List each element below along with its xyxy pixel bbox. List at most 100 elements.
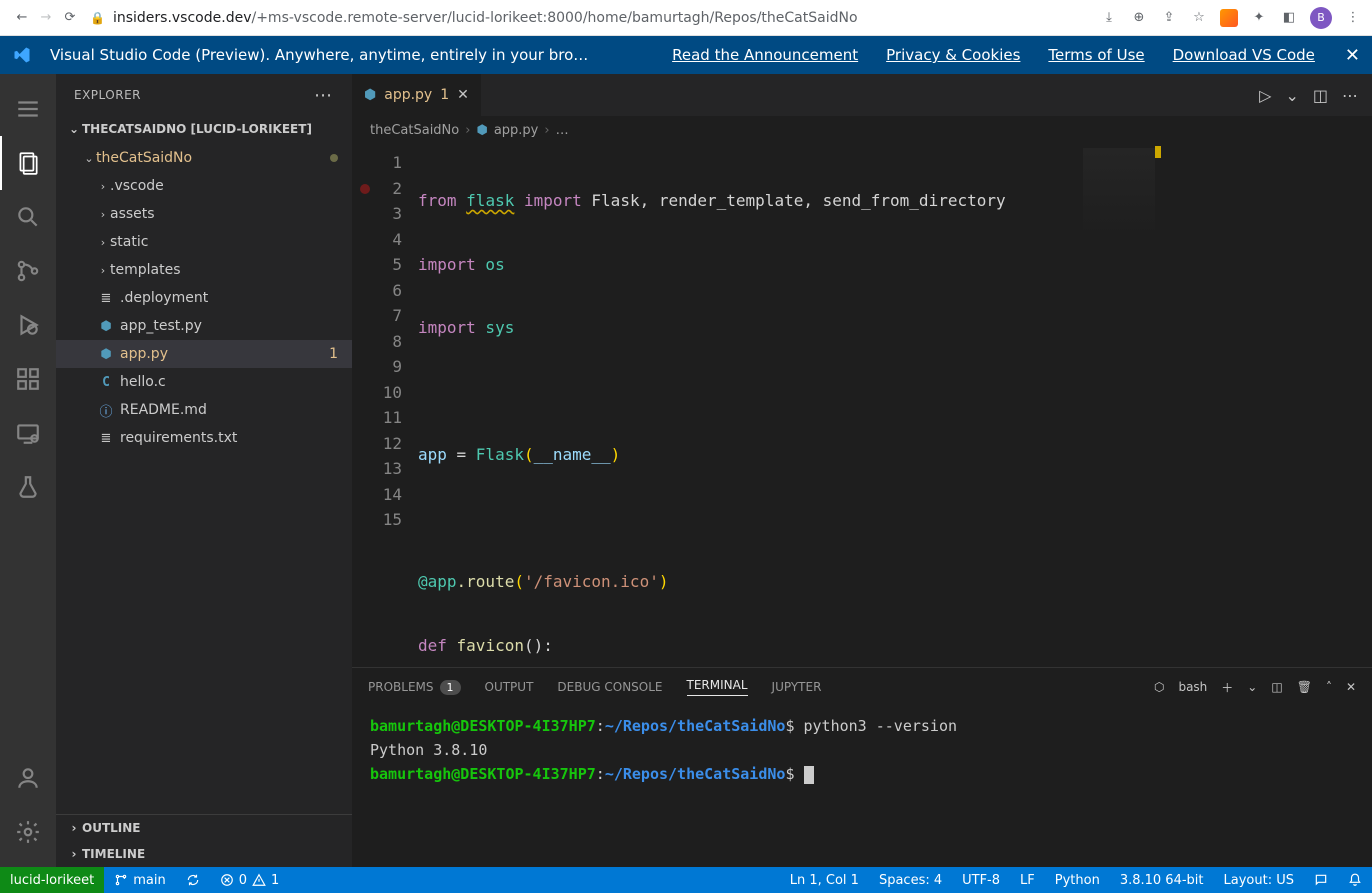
bookmark-icon[interactable]: ☆	[1190, 10, 1208, 25]
sync-status[interactable]	[176, 873, 210, 887]
breadcrumb-file[interactable]: app.py	[494, 123, 539, 138]
browser-back-icon[interactable]: ←	[10, 10, 34, 25]
bottom-panel: PROBLEMS1 OUTPUT DEBUG CONSOLE TERMINAL …	[352, 667, 1372, 867]
editor-region: ⬢ app.py 1 ✕ ▷ ⌄ ◫ ⋯ theCatSaidNo › ⬢ ap…	[352, 74, 1372, 867]
cursor-position-status[interactable]: Ln 1, Col 1	[780, 873, 869, 888]
folder-thecatsaidno[interactable]: ⌄ theCatSaidNo	[56, 144, 352, 172]
outline-section-header[interactable]: ›OUTLINE	[56, 815, 352, 841]
file-hello[interactable]: Chello.c	[56, 368, 352, 396]
announcement-bar: Visual Studio Code (Preview). Anywhere, …	[0, 36, 1372, 74]
timeline-section-header[interactable]: ›TIMELINE	[56, 841, 352, 867]
file-label: app.py	[120, 346, 168, 362]
breadcrumb-folder[interactable]: theCatSaidNo	[370, 123, 459, 138]
profile-avatar[interactable]: B	[1310, 7, 1332, 29]
extensions-puzzle-icon[interactable]: ✦	[1250, 10, 1268, 25]
tab-debug-console[interactable]: DEBUG CONSOLE	[557, 680, 662, 694]
split-terminal-icon[interactable]: ◫	[1271, 680, 1282, 694]
line-number: 5	[352, 252, 402, 278]
file-app-test[interactable]: ⬢app_test.py	[56, 312, 352, 340]
indentation-status[interactable]: Spaces: 4	[869, 873, 952, 888]
menu-icon[interactable]	[0, 82, 56, 136]
modified-dot-icon	[330, 154, 338, 162]
read-announcement-link[interactable]: Read the Announcement	[672, 46, 858, 64]
code-content[interactable]: from flask import Flask, render_template…	[418, 144, 1073, 667]
run-dropdown-icon[interactable]: ⌄	[1285, 86, 1298, 105]
problems-status[interactable]: 0 1	[210, 873, 290, 888]
feedback-icon[interactable]	[1304, 873, 1338, 887]
install-app-icon[interactable]: ⤓	[1100, 10, 1118, 25]
close-panel-icon[interactable]: ✕	[1346, 680, 1356, 694]
breadcrumb-more[interactable]: …	[556, 123, 569, 138]
c-file-icon: C	[96, 375, 116, 390]
encoding-status[interactable]: UTF-8	[952, 873, 1010, 888]
branch-status[interactable]: main	[104, 873, 175, 888]
editor-body[interactable]: 1 2 3 4 5 6 7 8 9 10 11 12 13 14 15 from…	[352, 144, 1372, 667]
minimap[interactable]	[1073, 144, 1161, 667]
remote-explorer-icon[interactable]	[0, 406, 56, 460]
editor-more-icon[interactable]: ⋯	[1342, 86, 1358, 105]
line-number: 13	[352, 456, 402, 482]
breakpoint-icon[interactable]	[360, 184, 370, 194]
eol-status[interactable]: LF	[1010, 873, 1045, 888]
breadcrumbs[interactable]: theCatSaidNo › ⬢ app.py › …	[352, 116, 1372, 144]
explorer-icon[interactable]	[0, 136, 56, 190]
privacy-cookies-link[interactable]: Privacy & Cookies	[886, 46, 1020, 64]
download-vscode-link[interactable]: Download VS Code	[1173, 46, 1315, 64]
chevron-right-icon: ›	[465, 123, 470, 138]
kill-terminal-icon[interactable]: 🗑	[1297, 680, 1312, 694]
keyboard-layout-status[interactable]: Layout: US	[1214, 873, 1304, 888]
terminal-shell-label[interactable]: bash	[1178, 680, 1207, 694]
terminal-profile-icon[interactable]: ⬡	[1154, 680, 1164, 694]
python-interpreter-status[interactable]: 3.8.10 64-bit	[1110, 873, 1214, 888]
settings-gear-icon[interactable]	[0, 805, 56, 859]
extension-icon[interactable]	[1220, 9, 1238, 27]
close-tab-icon[interactable]: ✕	[457, 87, 469, 103]
browser-url-bar[interactable]: 🔒 insiders.vscode.dev/+ms-vscode.remote-…	[90, 10, 1092, 26]
sync-icon	[186, 873, 200, 887]
tab-output[interactable]: OUTPUT	[485, 680, 534, 694]
workspace-label: THECATSAIDNO [LUCID-LORIKEET]	[82, 122, 312, 136]
file-app[interactable]: ⬢app.py1	[56, 340, 352, 368]
terms-of-use-link[interactable]: Terms of Use	[1048, 46, 1144, 64]
new-terminal-icon[interactable]: ＋	[1221, 679, 1233, 696]
workspace-section-header[interactable]: ⌄ THECATSAIDNO [LUCID-LORIKEET]	[56, 116, 352, 142]
terminal-dropdown-icon[interactable]: ⌄	[1247, 680, 1257, 694]
folder-assets[interactable]: ›assets	[56, 200, 352, 228]
explorer-more-icon[interactable]: ⋯	[314, 85, 334, 106]
file-deployment[interactable]: ≣.deployment	[56, 284, 352, 312]
file-lines-icon: ≣	[96, 431, 116, 446]
run-debug-icon[interactable]	[0, 298, 56, 352]
share-icon[interactable]: ⇪	[1160, 10, 1178, 25]
side-panel-icon[interactable]: ◧	[1280, 10, 1298, 25]
folder-static[interactable]: ›static	[56, 228, 352, 256]
search-icon[interactable]	[0, 190, 56, 244]
file-lines-icon: ≣	[96, 291, 116, 306]
folder-templates[interactable]: ›templates	[56, 256, 352, 284]
close-announcement-icon[interactable]: ✕	[1345, 45, 1360, 66]
browser-forward-icon[interactable]: →	[34, 10, 58, 25]
file-label: README.md	[120, 402, 207, 418]
zoom-icon[interactable]: ⊕	[1130, 10, 1148, 25]
notifications-bell-icon[interactable]	[1338, 873, 1372, 887]
tab-problems[interactable]: PROBLEMS1	[368, 680, 461, 695]
browser-reload-icon[interactable]: ⟳	[58, 10, 82, 25]
testing-icon[interactable]	[0, 460, 56, 514]
file-requirements[interactable]: ≣requirements.txt	[56, 424, 352, 452]
language-mode-status[interactable]: Python	[1045, 873, 1110, 888]
tab-terminal[interactable]: TERMINAL	[687, 678, 748, 696]
accounts-icon[interactable]	[0, 751, 56, 805]
browser-menu-icon[interactable]: ⋮	[1344, 10, 1362, 25]
line-number: 15	[352, 507, 402, 533]
tab-app-py[interactable]: ⬢ app.py 1 ✕	[352, 74, 482, 116]
run-icon[interactable]: ▷	[1259, 86, 1271, 105]
maximize-panel-icon[interactable]: ˄	[1326, 680, 1332, 694]
warning-count: 1	[271, 873, 279, 888]
remote-host-status[interactable]: lucid-lorikeet	[0, 867, 104, 893]
file-readme[interactable]: ⓘREADME.md	[56, 396, 352, 424]
source-control-icon[interactable]	[0, 244, 56, 298]
extensions-icon[interactable]	[0, 352, 56, 406]
split-editor-icon[interactable]: ◫	[1313, 86, 1328, 105]
folder-vscode[interactable]: ›.vscode	[56, 172, 352, 200]
tab-jupyter[interactable]: JUPYTER	[772, 680, 822, 694]
terminal-content[interactable]: bamurtagh@DESKTOP-4I37HP7:~/Repos/theCat…	[352, 706, 1372, 867]
